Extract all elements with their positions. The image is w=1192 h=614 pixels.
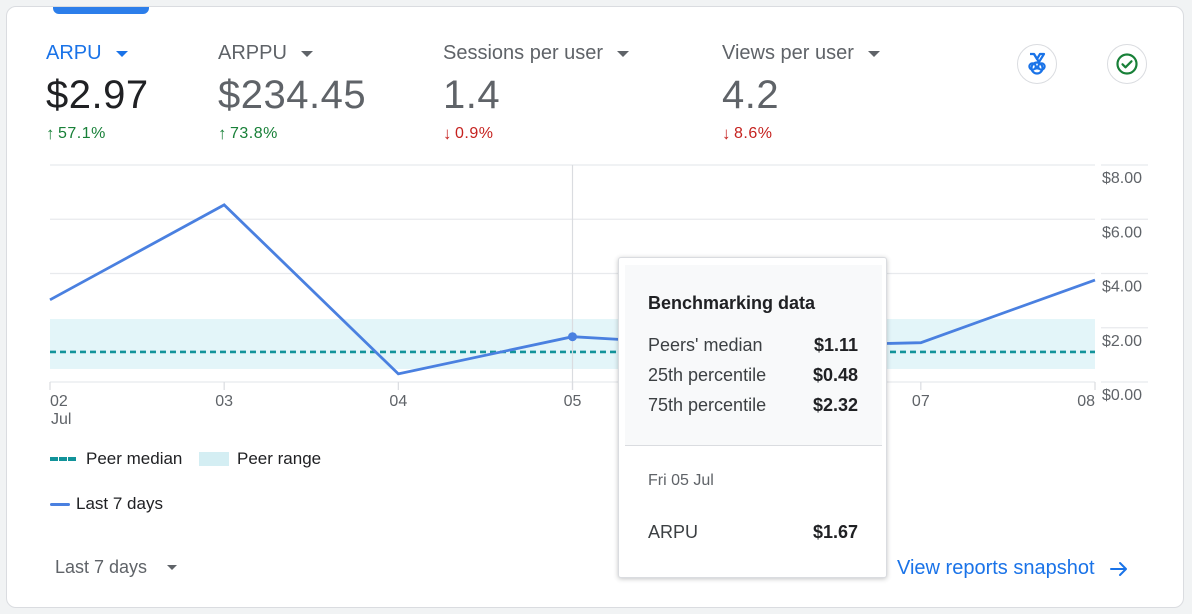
y-tick-label: $2.00 [1102, 333, 1142, 350]
date-range-dropdown[interactable]: Last 7 days [55, 557, 178, 578]
legend-peer-median: Peer median [50, 449, 182, 469]
y-tick-label: $4.00 [1102, 279, 1142, 296]
row-label: ARPU [648, 522, 699, 542]
y-tick-label: $0.00 [1102, 387, 1142, 404]
data-point[interactable] [568, 332, 577, 342]
view-reports-snapshot-link[interactable]: View reports snapshot [897, 557, 1129, 580]
row-label: 75th percentile [648, 395, 767, 415]
line-swatch [50, 502, 70, 506]
dashed-line-swatch [50, 457, 76, 461]
legend-last-7-days: Last 7 days [50, 494, 163, 514]
range-swatch [199, 452, 229, 466]
row-value: $2.32 [812, 395, 858, 415]
tooltip-row-metric: ARPU $1.67 [648, 522, 858, 543]
link-label: View reports snapshot [897, 557, 1095, 579]
tooltip-row-25th: 25th percentile $0.48 [648, 365, 858, 386]
tooltip-row-75th: 75th percentile $2.32 [648, 395, 858, 416]
row-label: Peers' median [648, 335, 763, 355]
x-tick-label: 08 [1077, 393, 1095, 410]
x-tick-label: 05 [564, 393, 582, 410]
legend-label: Peer range [237, 449, 322, 468]
legend-peer-range: Peer range [199, 449, 321, 469]
row-value: $0.48 [812, 365, 858, 385]
x-tick-label: 03 [215, 393, 233, 410]
x-tick-label: 02 [50, 393, 68, 410]
arpu-line-chart: $0.00$2.00$4.00$6.00$8.00 02030405060708… [49, 164, 1148, 428]
row-value: $1.67 [812, 522, 858, 542]
tooltip-title: Benchmarking data [648, 293, 816, 313]
row-label: 25th percentile [648, 365, 767, 385]
x-month-label: Jul [51, 411, 71, 428]
arrow-right-icon [1109, 561, 1127, 576]
benchmark-tooltip: Benchmarking data Peers' median $1.11 25… [618, 257, 887, 578]
legend-label: Last 7 days [76, 494, 163, 513]
x-tick-label: 07 [912, 393, 930, 410]
legend-label: Peer median [86, 449, 183, 468]
x-tick-label: 04 [389, 393, 407, 410]
y-tick-label: $8.00 [1102, 170, 1142, 187]
caret-down-icon [167, 565, 178, 570]
date-range-value: Last 7 days [55, 557, 148, 577]
tooltip-row-median: Peers' median $1.11 [648, 335, 858, 356]
tooltip-date: Fri 05 Jul [648, 472, 714, 489]
row-value: $1.11 [813, 335, 858, 355]
y-tick-label: $6.00 [1102, 224, 1142, 241]
